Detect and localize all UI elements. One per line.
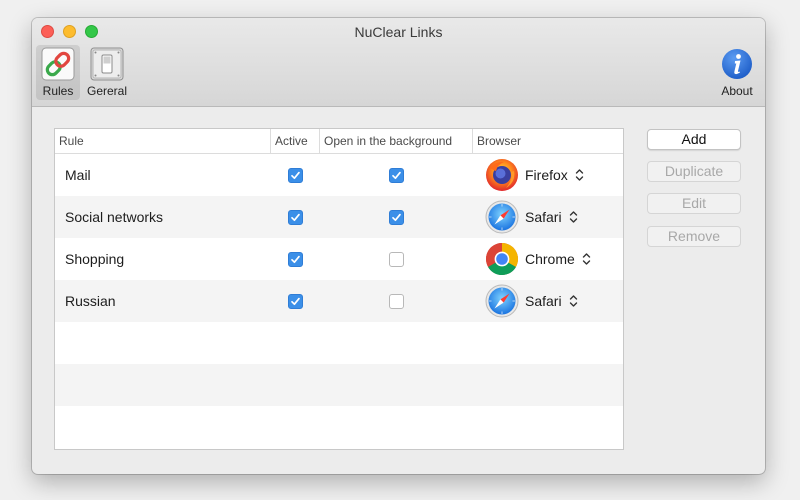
active-cell [271, 196, 320, 238]
chevron-updown-icon [575, 168, 584, 182]
toolbar-rules-label: Rules [42, 84, 74, 98]
table-row[interactable]: Social networks Safari [55, 196, 623, 238]
toolbar-about-label: About [721, 84, 753, 98]
browser-name: Chrome [525, 251, 575, 267]
remove-button[interactable]: Remove [647, 226, 741, 247]
table-row[interactable]: Mail Firefox [55, 154, 623, 196]
switch-icon [90, 47, 124, 81]
background-checkbox[interactable] [389, 167, 404, 183]
titlebar: NuClear Links Rules Gereral About [32, 18, 765, 107]
table-row[interactable]: Shopping Chrome [55, 238, 623, 280]
browser-name: Safari [525, 293, 562, 309]
browser-popup[interactable]: Safari [473, 280, 623, 322]
background-cell [320, 238, 473, 280]
active-checkbox[interactable] [288, 251, 303, 267]
rule-name: Social networks [65, 209, 164, 225]
window-title: NuClear Links [354, 24, 443, 40]
column-header-rule[interactable]: Rule [55, 129, 271, 153]
empty-table-row [55, 364, 623, 406]
active-cell [271, 280, 320, 322]
background-checkbox[interactable] [389, 209, 404, 225]
rule-name-cell: Russian [55, 280, 271, 322]
chevron-updown-icon [582, 252, 591, 266]
rule-name: Mail [65, 167, 91, 183]
empty-table-row [55, 406, 623, 448]
browser-popup[interactable]: Firefox [473, 154, 623, 196]
toolbar-about-button[interactable]: About [714, 45, 760, 100]
column-header-active[interactable]: Active [271, 129, 320, 153]
background-cell [320, 280, 473, 322]
toolbar-general-tab[interactable]: Gereral [82, 45, 132, 100]
active-checkbox[interactable] [288, 293, 303, 309]
firefox-icon [485, 158, 519, 192]
browser-name: Firefox [525, 167, 568, 183]
browser-popup[interactable]: Safari [473, 196, 623, 238]
duplicate-button[interactable]: Duplicate [647, 161, 741, 182]
edit-button[interactable]: Edit [647, 193, 741, 214]
rule-name-cell: Shopping [55, 238, 271, 280]
browser-name: Safari [525, 209, 562, 225]
add-button[interactable]: Add [647, 129, 741, 150]
safari-icon [485, 200, 519, 234]
rule-name: Shopping [65, 251, 125, 267]
active-cell [271, 238, 320, 280]
chevron-updown-icon [569, 210, 578, 224]
toolbar-general-label: Gereral [86, 84, 127, 98]
table-header: Rule Active Open in the background Brows… [55, 129, 623, 154]
info-icon [722, 49, 752, 79]
table-body: Mail Firefox Social networks Safari Shoppi… [55, 154, 623, 448]
safari-icon [485, 284, 519, 318]
toolbar-rules-tab[interactable]: Rules [36, 45, 80, 100]
link-icon [41, 47, 75, 81]
active-checkbox[interactable] [288, 209, 303, 225]
rule-name-cell: Social networks [55, 196, 271, 238]
active-checkbox[interactable] [288, 167, 303, 183]
column-header-browser[interactable]: Browser [473, 129, 623, 153]
chrome-icon [485, 242, 519, 276]
column-header-background[interactable]: Open in the background [320, 129, 473, 153]
active-cell [271, 154, 320, 196]
background-cell [320, 196, 473, 238]
empty-table-row [55, 322, 623, 364]
rules-table: Rule Active Open in the background Brows… [54, 128, 624, 450]
background-cell [320, 154, 473, 196]
app-window: NuClear Links Rules Gereral About Rule A… [32, 18, 765, 474]
background-checkbox[interactable] [389, 251, 404, 267]
table-row[interactable]: Russian Safari [55, 280, 623, 322]
background-checkbox[interactable] [389, 293, 404, 309]
browser-popup[interactable]: Chrome [473, 238, 623, 280]
rule-name: Russian [65, 293, 116, 309]
chevron-updown-icon [569, 294, 578, 308]
rule-name-cell: Mail [55, 154, 271, 196]
